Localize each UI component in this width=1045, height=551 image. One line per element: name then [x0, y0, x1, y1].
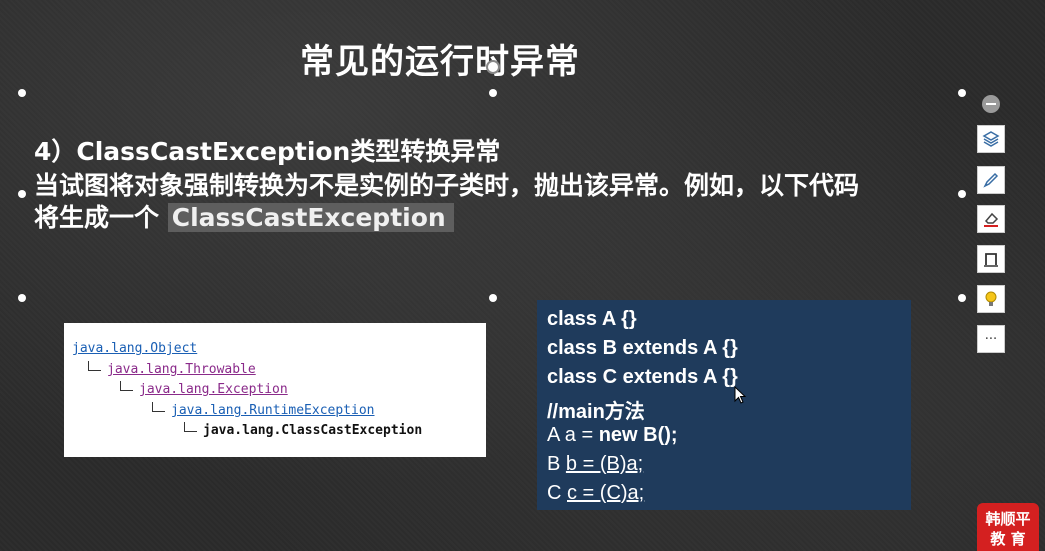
code-text: A a = — [547, 424, 599, 446]
hierarchy-link[interactable]: java.lang.RuntimeException — [171, 403, 375, 418]
selection-handle[interactable] — [958, 190, 966, 198]
code-line: class B extends A {} — [547, 337, 738, 359]
tree-branch — [184, 422, 197, 432]
pen-icon — [983, 172, 999, 188]
layers-icon — [982, 131, 1000, 147]
hierarchy-row: java.lang.Object — [72, 341, 197, 356]
selection-handle[interactable] — [958, 89, 966, 97]
selection-handle[interactable] — [489, 89, 497, 97]
code-text: C — [547, 482, 567, 504]
selection-handle[interactable] — [18, 190, 26, 198]
highlighted-exception: ClassCastException — [167, 203, 454, 232]
code-line: class A {} — [547, 308, 637, 330]
eraser-icon — [984, 212, 999, 227]
selection-handle[interactable] — [958, 294, 966, 302]
code-text: new B(); — [598, 424, 678, 446]
eraser-button[interactable] — [977, 205, 1005, 233]
tree-branch — [88, 361, 101, 371]
minus-icon[interactable] — [982, 95, 1000, 113]
selection-handle[interactable] — [18, 89, 26, 97]
lightbulb-icon — [985, 291, 997, 306]
title-anchor-dot[interactable] — [486, 60, 500, 74]
hierarchy-row: java.lang.Exception — [120, 381, 288, 397]
code-line: B b = (B)a; — [547, 453, 643, 476]
hierarchy-link[interactable]: java.lang.Throwable — [107, 362, 256, 377]
more-button[interactable]: ··· — [977, 325, 1005, 353]
frame-icon — [984, 253, 998, 267]
logo-line-1: 韩顺平 — [985, 510, 1031, 528]
cursor-icon — [734, 386, 747, 404]
code-example-box: class A {} class B extends A {} class C … — [537, 300, 911, 510]
code-line: //main方法 — [547, 401, 645, 423]
selection-handle[interactable] — [18, 294, 26, 302]
code-line: class C extends A {} — [547, 366, 738, 388]
description-line-1: 当试图将对象强制转换为不是实例的子类时，抛出该异常。例如，以下代码 — [34, 171, 860, 200]
selection-handle[interactable] — [489, 294, 497, 302]
brand-logo: 韩顺平 教 育 — [977, 503, 1039, 551]
heading-text: 4）ClassCastException类型转换异常 — [34, 137, 501, 166]
code-text: b = (B)a; — [565, 453, 644, 475]
hierarchy-link[interactable]: java.lang.Exception — [139, 382, 288, 397]
tree-branch — [152, 402, 165, 412]
code-text: c = (C)a; — [567, 482, 645, 504]
frame-button[interactable] — [977, 245, 1005, 273]
description-line-2: 将生成一个 ClassCastException — [34, 198, 454, 234]
slide-title: 常见的运行时异常 — [300, 42, 580, 82]
hierarchy-row: java.lang.Throwable — [88, 361, 256, 377]
hierarchy-link[interactable]: java.lang.Object — [72, 341, 197, 356]
logo-line-2: 教 育 — [990, 530, 1026, 548]
description-line-2-text: 将生成一个 — [34, 203, 168, 232]
pen-button[interactable] — [977, 166, 1005, 194]
code-line: C c = (C)a; — [547, 482, 644, 505]
code-text: B — [547, 453, 566, 475]
class-hierarchy-image: java.lang.Object java.lang.Throwable jav… — [64, 323, 486, 457]
tree-branch — [120, 381, 133, 391]
layers-button[interactable] — [977, 125, 1005, 153]
hierarchy-row: java.lang.RuntimeException — [152, 402, 375, 418]
hierarchy-row: java.lang.ClassCastException — [184, 422, 422, 438]
hierarchy-current: java.lang.ClassCastException — [203, 423, 423, 438]
code-line: A a = new B(); — [547, 424, 678, 447]
lightbulb-button[interactable] — [977, 285, 1005, 313]
